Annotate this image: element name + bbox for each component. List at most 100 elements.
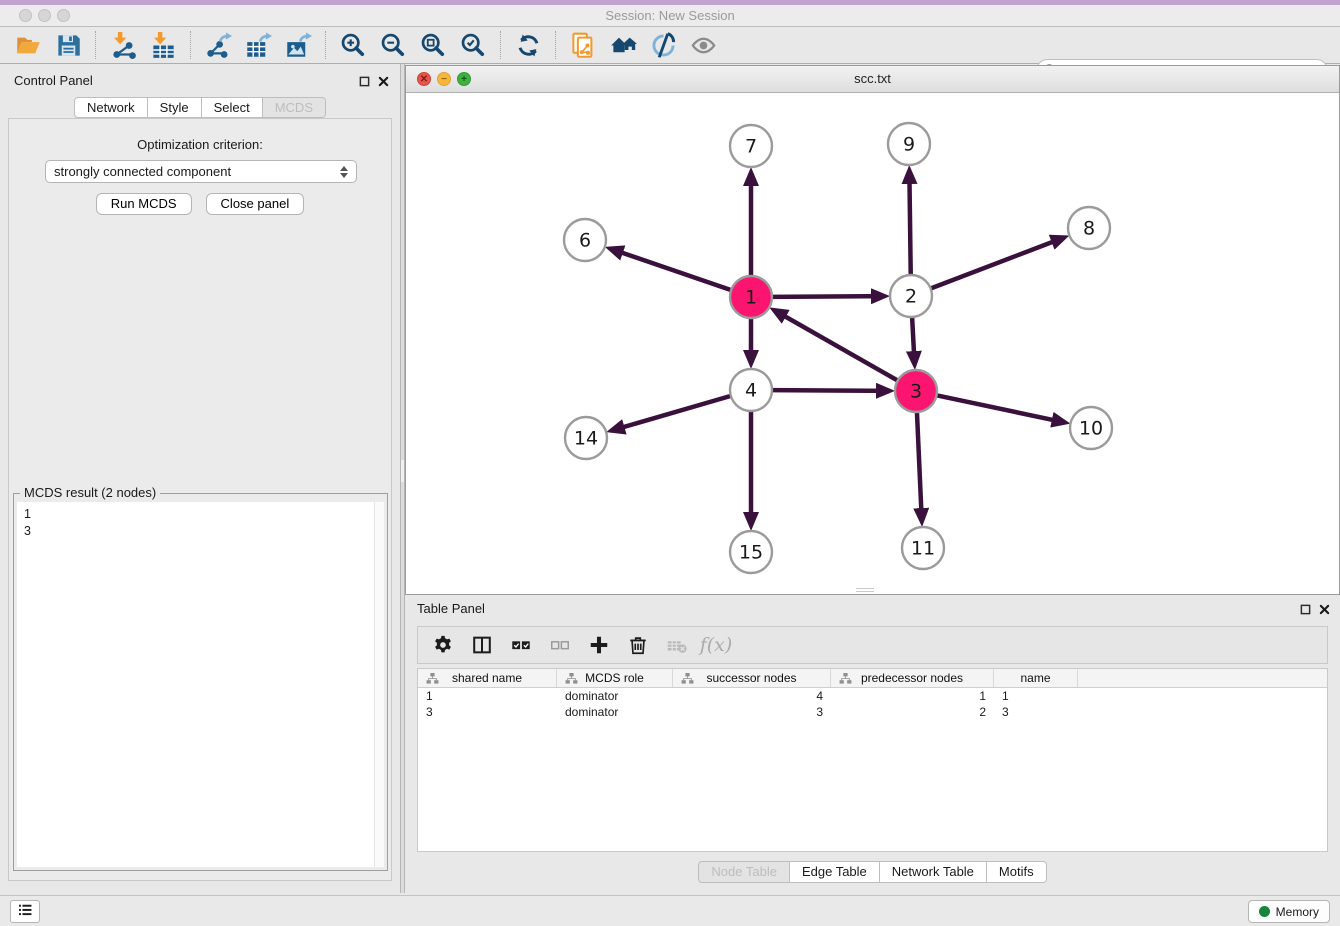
- column-header-successor-nodes[interactable]: successor nodes: [673, 669, 831, 687]
- graph-edge-3-11[interactable]: [917, 412, 922, 521]
- close-panel-button[interactable]: Close panel: [206, 193, 305, 215]
- run-mcds-button[interactable]: Run MCDS: [96, 193, 192, 215]
- control-panel-title: Control Panel: [14, 73, 93, 88]
- window-close-button[interactable]: [19, 9, 32, 22]
- svg-text:3: 3: [910, 381, 922, 403]
- tab-node-table[interactable]: Node Table: [698, 861, 790, 883]
- table-cell[interactable]: dominator: [557, 704, 673, 720]
- table-row[interactable]: 3dominator323: [418, 704, 1327, 720]
- window-minimize-button[interactable]: [38, 9, 51, 22]
- task-history-button[interactable]: [10, 900, 40, 923]
- import-network-button[interactable]: [103, 29, 143, 61]
- graph-edge-3-1[interactable]: [774, 310, 897, 380]
- graph-node-14[interactable]: 14: [565, 417, 607, 459]
- columns-button[interactable]: [467, 630, 497, 660]
- network-resize-handle[interactable]: [856, 588, 874, 592]
- graph-node-3[interactable]: 3: [895, 370, 937, 412]
- home-button[interactable]: [603, 29, 643, 61]
- svg-text:9: 9: [903, 134, 915, 156]
- gear-button[interactable]: [428, 630, 458, 660]
- export-table-button[interactable]: [238, 29, 278, 61]
- column-header-predecessor-nodes[interactable]: predecessor nodes: [831, 669, 994, 687]
- export-network-button[interactable]: [198, 29, 238, 61]
- float-window-icon[interactable]: [358, 75, 371, 88]
- import-table-button[interactable]: [143, 29, 183, 61]
- graph-edge-1-6[interactable]: [611, 249, 732, 290]
- graph-node-6[interactable]: 6: [564, 219, 606, 261]
- network-close-button[interactable]: ✕: [417, 72, 431, 86]
- network-maximize-button[interactable]: +: [457, 72, 471, 86]
- tab-network-table[interactable]: Network Table: [880, 861, 987, 883]
- window-zoom-button[interactable]: [57, 9, 70, 22]
- network-overview-button[interactable]: [563, 29, 603, 61]
- graph-node-2[interactable]: 2: [890, 275, 932, 317]
- tab-motifs[interactable]: Motifs: [987, 861, 1047, 883]
- table-cell[interactable]: 1: [418, 688, 557, 704]
- graph-node-10[interactable]: 10: [1070, 407, 1112, 449]
- result-scrollbar[interactable]: [374, 502, 384, 867]
- graph-node-9[interactable]: 9: [888, 123, 930, 165]
- graph-edge-1-2[interactable]: [772, 296, 884, 297]
- table-cell[interactable]: 1: [994, 688, 1078, 704]
- close-panel-icon[interactable]: [377, 75, 390, 88]
- network-minimize-button[interactable]: −: [437, 72, 451, 86]
- memory-button[interactable]: Memory: [1248, 900, 1330, 923]
- deselect-all-button[interactable]: [545, 630, 575, 660]
- delete-row-icon: [627, 634, 649, 656]
- first-neighbors-button[interactable]: [643, 29, 683, 61]
- save-session-button[interactable]: [48, 29, 88, 61]
- table-cell[interactable]: 3: [994, 704, 1078, 720]
- float-table-panel-icon[interactable]: [1299, 603, 1312, 616]
- export-network-icon: [205, 32, 232, 59]
- add-row-button[interactable]: [584, 630, 614, 660]
- graph-node-8[interactable]: 8: [1068, 207, 1110, 249]
- network-canvas[interactable]: 7 9 6 8 1 2 3 4 14 10 15 11: [406, 93, 1339, 594]
- graph-edge-2-3[interactable]: [912, 317, 914, 364]
- open-session-button[interactable]: [8, 29, 48, 61]
- svg-text:7: 7: [745, 136, 757, 158]
- graph-node-4[interactable]: 4: [730, 369, 772, 411]
- tab-style[interactable]: Style: [148, 97, 202, 118]
- export-image-button[interactable]: [278, 29, 318, 61]
- graph-node-15[interactable]: 15: [730, 531, 772, 573]
- apply-layout-button[interactable]: [508, 29, 548, 61]
- splitter-handle[interactable]: [401, 460, 404, 482]
- graph-node-7[interactable]: 7: [730, 125, 772, 167]
- graph-edge-4-14[interactable]: [612, 396, 731, 431]
- table-cell[interactable]: 3: [418, 704, 557, 720]
- graph-edge-3-10[interactable]: [937, 395, 1065, 422]
- tab-select[interactable]: Select: [202, 97, 263, 118]
- column-header-shared-name[interactable]: shared name: [418, 669, 557, 687]
- table-row[interactable]: 1dominator411: [418, 688, 1327, 704]
- zoom-in-button[interactable]: [333, 29, 373, 61]
- zoom-out-button[interactable]: [373, 29, 413, 61]
- tab-edge-table[interactable]: Edge Table: [790, 861, 880, 883]
- criterion-dropdown[interactable]: strongly connected component: [45, 160, 357, 183]
- graph-node-11[interactable]: 11: [902, 527, 944, 569]
- graph-edge-4-3[interactable]: [772, 390, 889, 391]
- table-cell[interactable]: 4: [673, 688, 831, 704]
- status-bar: Memory: [0, 895, 1340, 926]
- tab-network[interactable]: Network: [74, 97, 148, 118]
- open-session-icon: [15, 32, 42, 59]
- network-window-titlebar[interactable]: ✕ − + scc.txt: [406, 66, 1339, 93]
- zoom-selected-button[interactable]: [453, 29, 493, 61]
- graph-edge-2-9[interactable]: [909, 171, 910, 275]
- table-cell[interactable]: 1: [831, 688, 994, 704]
- svg-text:1: 1: [745, 287, 757, 309]
- graph-node-1[interactable]: 1: [730, 276, 772, 318]
- close-table-panel-icon[interactable]: [1318, 603, 1331, 616]
- table-cell[interactable]: dominator: [557, 688, 673, 704]
- column-header-name[interactable]: name: [994, 669, 1078, 687]
- delete-row-button[interactable]: [623, 630, 653, 660]
- combo-arrows-icon: [340, 166, 348, 178]
- graph-edge-2-8[interactable]: [931, 238, 1064, 289]
- mcds-result-textarea[interactable]: 13: [17, 502, 374, 867]
- table-cell[interactable]: 3: [673, 704, 831, 720]
- table-cell[interactable]: 2: [831, 704, 994, 720]
- tab-mcds[interactable]: MCDS: [263, 97, 326, 118]
- zoom-fit-button[interactable]: [413, 29, 453, 61]
- column-header-MCDS-role[interactable]: MCDS role: [557, 669, 673, 687]
- node-table[interactable]: shared nameMCDS rolesuccessor nodesprede…: [417, 668, 1328, 852]
- select-all-button[interactable]: [506, 630, 536, 660]
